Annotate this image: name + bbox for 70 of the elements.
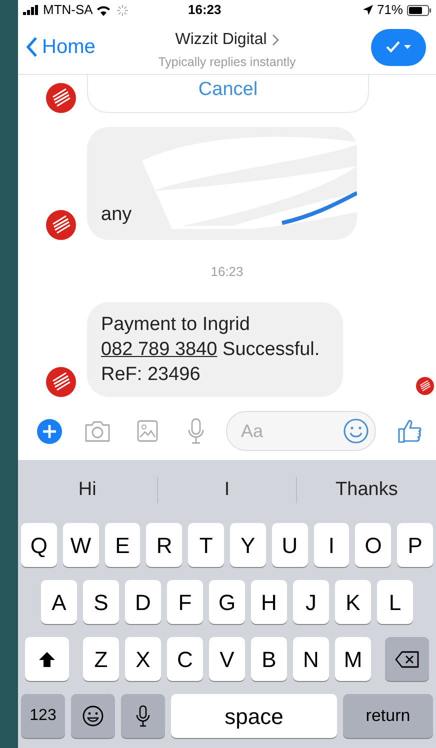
backspace-icon (395, 650, 419, 668)
letter-key[interactable]: Y (230, 523, 266, 567)
caret-icon (404, 45, 410, 49)
spinner-icon (116, 4, 128, 16)
contact-subtitle: Typically replies instantly (158, 54, 296, 71)
image-icon[interactable] (137, 420, 158, 442)
letter-key[interactable]: N (293, 637, 329, 681)
shift-arrow-icon (38, 650, 56, 668)
add-icon[interactable] (37, 418, 62, 444)
letter-key[interactable]: H (251, 580, 287, 624)
message-text: Payment to Ingrid 082 789 3840 Successful. ReF: 23496 (101, 312, 321, 386)
letter-key[interactable]: I (314, 523, 350, 567)
battery-percent: 71% (376, 1, 403, 20)
suggestion-button[interactable]: Hi (18, 476, 157, 504)
status-time: 16:23 (188, 1, 222, 20)
letter-key[interactable]: C (167, 637, 203, 681)
letter-key[interactable]: T (188, 523, 224, 567)
letter-key[interactable]: W (62, 523, 99, 567)
battery-icon (407, 4, 431, 16)
message-field[interactable]: Aa (226, 411, 376, 451)
suggestion-button[interactable]: I (158, 476, 296, 504)
thumbs-up-icon[interactable] (398, 419, 422, 443)
return-key[interactable]: return (343, 694, 433, 738)
letter-key[interactable]: O (355, 523, 392, 567)
done-button[interactable] (371, 28, 426, 66)
microphone-icon (136, 705, 150, 727)
letter-key[interactable]: X (125, 637, 161, 681)
letter-key[interactable]: K (335, 580, 371, 624)
space-key[interactable]: space (171, 694, 337, 738)
letter-key[interactable]: R (146, 523, 182, 567)
emoji-key[interactable] (71, 694, 115, 738)
letter-key[interactable]: Z (83, 637, 119, 681)
avatar-icon (46, 83, 76, 113)
backspace-key[interactable] (385, 637, 429, 681)
chevron-right-icon (272, 34, 279, 46)
carrier-name: MTN-SA (43, 1, 93, 20)
camera-icon[interactable] (84, 420, 111, 442)
avatar-icon (46, 210, 76, 240)
smiley-icon (82, 705, 104, 727)
smiley-icon[interactable] (343, 418, 369, 444)
letter-key[interactable]: F (167, 580, 203, 624)
letter-key[interactable]: U (272, 523, 308, 567)
location-arrow-icon (362, 5, 373, 15)
letter-key[interactable]: S (83, 580, 119, 624)
letter-key[interactable]: J (293, 580, 329, 624)
letter-key[interactable]: L (377, 580, 413, 624)
letter-key[interactable]: D (125, 580, 161, 624)
avatar-icon (46, 366, 76, 396)
numbers-key[interactable]: 123 (21, 694, 65, 738)
phone-link[interactable]: 082 789 3840 (101, 338, 218, 360)
chevron-left-icon (26, 37, 38, 57)
letter-key[interactable]: V (209, 637, 245, 681)
shift-key[interactable] (25, 637, 69, 681)
contact-name[interactable]: Wizzit Digital (175, 28, 267, 52)
wifi-icon (96, 4, 111, 16)
letter-key[interactable]: E (104, 523, 140, 567)
back-button[interactable]: Home (26, 32, 96, 62)
suggestion-button[interactable]: Thanks (297, 476, 436, 504)
microphone-icon[interactable] (188, 418, 204, 444)
letter-key[interactable]: A (41, 580, 77, 624)
letter-key[interactable]: M (335, 637, 371, 681)
letter-key[interactable]: B (251, 637, 287, 681)
letter-key[interactable]: P (397, 523, 433, 567)
letter-key[interactable]: Q (21, 523, 57, 567)
signal-icon (23, 5, 40, 15)
letter-key[interactable]: G (209, 580, 245, 624)
message-time: 16:23 (210, 263, 244, 281)
dictation-key[interactable] (121, 694, 165, 738)
message-text: any (101, 202, 132, 226)
check-icon (386, 41, 400, 53)
